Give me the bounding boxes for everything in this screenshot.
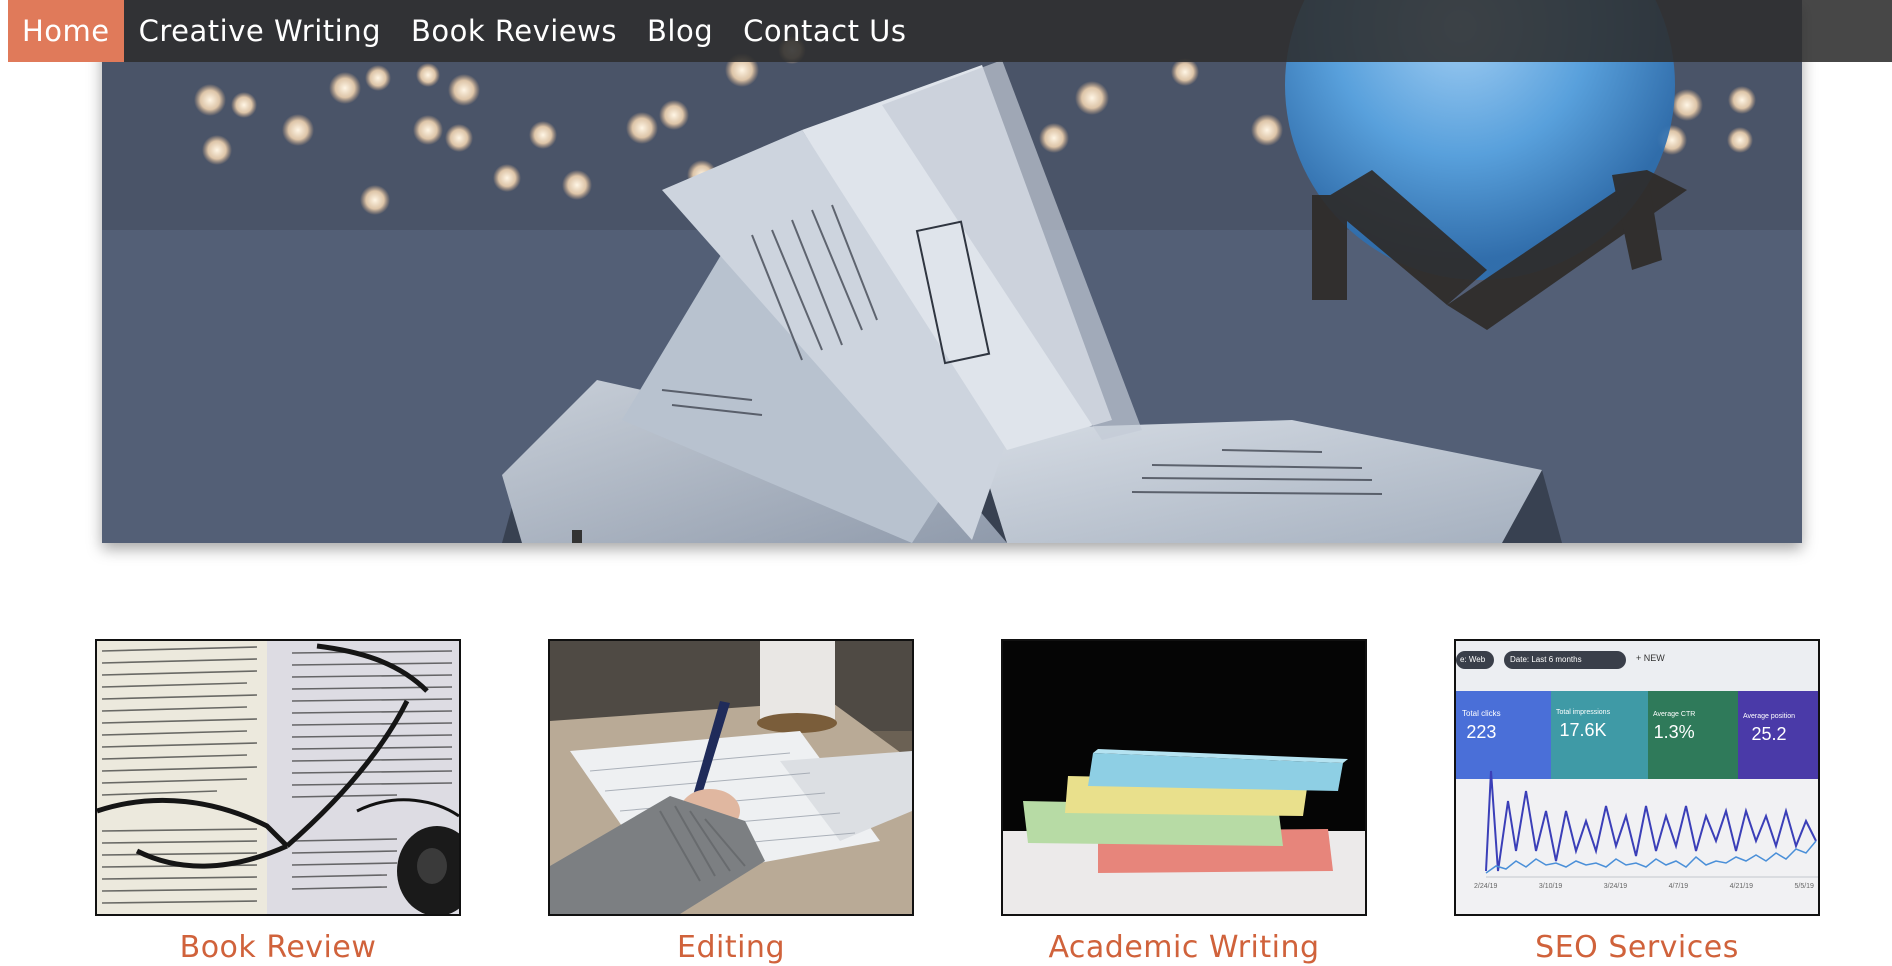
metric-average-position: Average position 25.2	[1743, 713, 1796, 744]
service-card-academic-writing[interactable]: Academic Writing	[1001, 639, 1367, 965]
nav-contact-us[interactable]: Contact Us	[728, 0, 921, 62]
plus-icon: +	[1636, 653, 1644, 663]
analytics-dashboard-photo[interactable]: e: Web Date: Last 6 months + NEW Total c…	[1454, 639, 1820, 916]
date-range-chip: Date: Last 6 months	[1510, 655, 1582, 664]
metric-total-clicks: Total clicks 223	[1462, 709, 1501, 742]
service-label-book-review[interactable]: Book Review	[95, 930, 461, 965]
filter-chip: e: Web	[1460, 655, 1486, 664]
service-card-seo-services[interactable]: e: Web Date: Last 6 months + NEW Total c…	[1454, 639, 1820, 965]
main-navigation: Home Creative Writing Book Reviews Blog …	[8, 0, 1892, 62]
nav-book-reviews[interactable]: Book Reviews	[396, 0, 632, 62]
glasses-on-book-photo[interactable]	[95, 639, 461, 916]
page: Home Creative Writing Book Reviews Blog …	[0, 0, 1892, 966]
service-card-editing[interactable]: Editing	[548, 639, 914, 965]
service-label-academic-writing[interactable]: Academic Writing	[1001, 930, 1367, 965]
service-label-seo-services[interactable]: SEO Services	[1454, 930, 1820, 965]
service-label-editing[interactable]: Editing	[548, 930, 914, 965]
metric-average-ctr: Average CTR 1.3%	[1653, 711, 1696, 742]
nav-home[interactable]: Home	[8, 0, 124, 62]
stack-of-colored-notepads-photo[interactable]	[1001, 639, 1367, 916]
nav-blog[interactable]: Blog	[632, 0, 728, 62]
metric-total-impressions: Total impressions 17.6K	[1556, 709, 1611, 740]
hand-writing-with-pen-photo[interactable]	[548, 639, 914, 916]
service-card-book-review[interactable]: Book Review	[95, 639, 461, 965]
nav-creative-writing[interactable]: Creative Writing	[124, 0, 396, 62]
chart-date-axis: 2/24/19 3/10/19 3/24/19 4/7/19 4/21/19 5…	[1474, 883, 1814, 890]
new-button: + NEW	[1636, 653, 1665, 663]
hero-banner-image	[102, 0, 1802, 543]
